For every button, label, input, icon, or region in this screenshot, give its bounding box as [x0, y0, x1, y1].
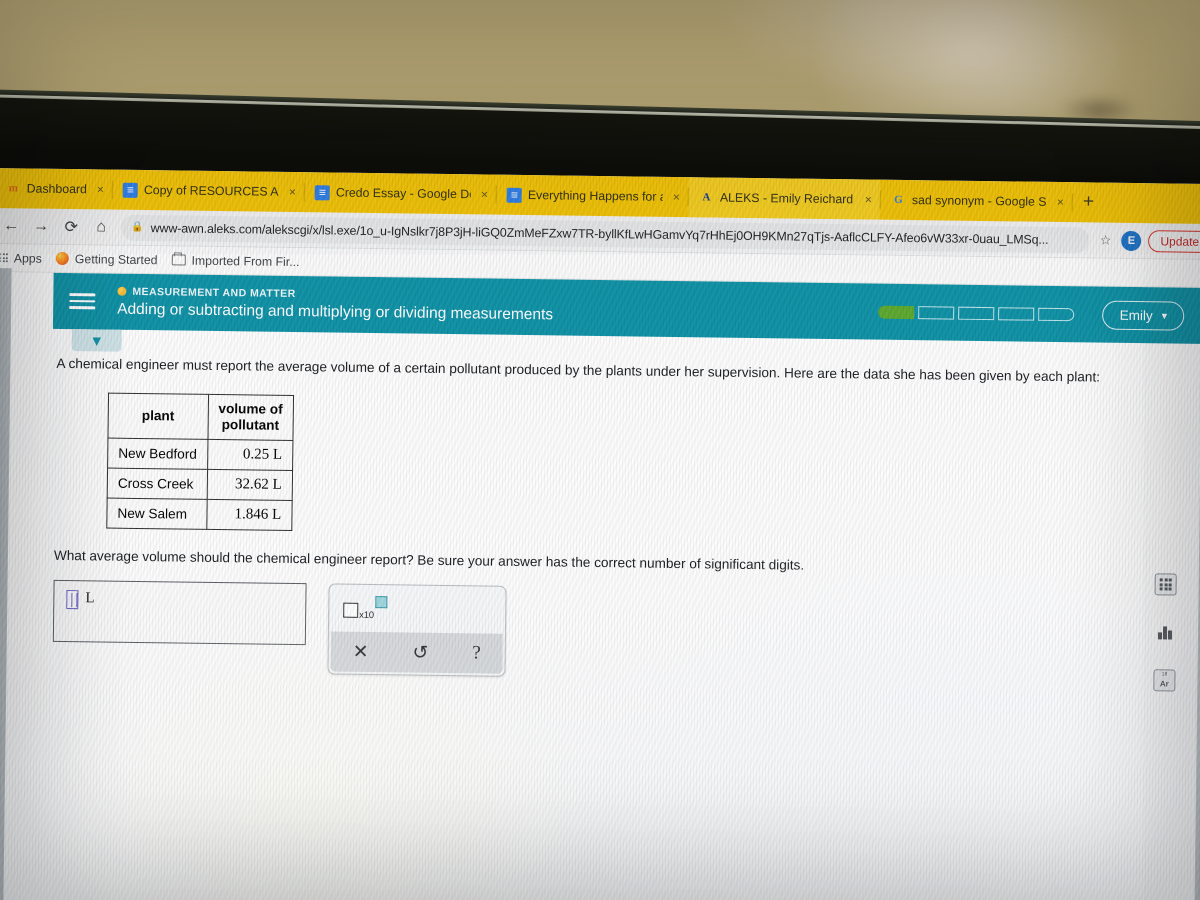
question-followup: What average volume should the chemical …	[53, 547, 805, 573]
photo-scene: m Dashboard × Copy of RESOURCES AND × Cr…	[0, 0, 1200, 900]
scientific-notation-button[interactable]: x10	[343, 596, 388, 623]
profile-avatar[interactable]: E	[1121, 230, 1142, 251]
question-prompt: A chemical engineer must report the aver…	[56, 355, 1101, 385]
table-row: New Salem 1.846 L	[106, 498, 292, 531]
browser-tab-copy-of-resources[interactable]: Copy of RESOURCES AND ×	[113, 170, 305, 212]
column-header-plant: plant	[107, 393, 209, 440]
exponent-square-icon	[374, 596, 388, 609]
tab-close-icon[interactable]: ×	[861, 192, 876, 206]
bookmark-label: Apps	[13, 250, 42, 266]
browser-tab-everything-happens[interactable]: Everything Happens for a r ×	[497, 175, 689, 217]
calculator-icon[interactable]	[1154, 573, 1177, 596]
tab-close-icon[interactable]: ×	[285, 185, 300, 199]
chevron-down-icon: ▾	[92, 332, 101, 350]
user-menu-button[interactable]: Emily ▾	[1102, 300, 1185, 331]
progress-segment	[958, 306, 995, 320]
cell-plant-name: Cross Creek	[107, 468, 208, 500]
clear-button[interactable]: ✕	[341, 640, 381, 664]
bookmark-label: Imported From Fir...	[191, 253, 300, 269]
tab-close-icon[interactable]: ×	[477, 187, 492, 201]
cell-plant-name: New Bedford	[107, 438, 208, 470]
tab-title: sad synonym - Google Sea	[911, 193, 1047, 209]
atomic-number: 18	[1161, 671, 1168, 678]
undo-button[interactable]: ↺	[400, 641, 440, 665]
question-body: A chemical engineer must report the aver…	[6, 328, 1200, 686]
browser-tab-sad-synonym[interactable]: G sad synonym - Google Sea ×	[881, 180, 1073, 222]
bookmark-apps[interactable]: Apps	[0, 250, 42, 266]
update-button[interactable]: Update	[1148, 229, 1200, 253]
browser-tab-aleks[interactable]: A ALEKS - Emily Reichard - L ×	[688, 177, 881, 220]
reload-icon[interactable]: ⟳	[57, 212, 85, 240]
answer-input[interactable]: L	[52, 579, 307, 646]
periodic-table-icon[interactable]: 18 Ar	[1153, 669, 1176, 692]
column-header-volume: volume of pollutant	[207, 394, 294, 441]
answer-area: L x10 ✕ ↺ ?	[52, 579, 1184, 686]
browser-tab-dashboard[interactable]: m Dashboard ×	[0, 168, 112, 210]
bookmark-star-icon[interactable]: ☆	[1097, 232, 1115, 248]
moodle-m-icon: m	[8, 182, 18, 195]
firefox-icon	[55, 251, 69, 266]
cell-plant-name: New Salem	[106, 498, 207, 530]
google-docs-icon	[506, 187, 523, 203]
cell-volume: 1.846 L	[206, 499, 292, 531]
aleks-page: MEASUREMENT AND MATTER Adding or subtrac…	[0, 271, 1200, 900]
tab-title: ALEKS - Emily Reichard - L	[719, 190, 855, 207]
back-icon[interactable]: ←	[0, 212, 25, 240]
chevron-down-icon: ▾	[1161, 309, 1168, 322]
answer-placeholder-icon	[66, 590, 79, 610]
folder-icon	[171, 254, 186, 266]
google-docs-icon	[314, 184, 331, 200]
table-row: Cross Creek 32.62 L	[107, 468, 293, 501]
cell-volume: 0.25 L	[207, 439, 293, 471]
topic-bullet-icon	[117, 286, 127, 296]
progress-indicator	[878, 305, 1075, 321]
tab-title: Dashboard	[26, 181, 87, 197]
header-text-block: MEASUREMENT AND MATTER Adding or subtrac…	[117, 285, 879, 328]
toolbar-actions: ✕ ↺ ?	[330, 631, 503, 674]
google-g-icon: G	[894, 193, 903, 206]
bookmark-imported-from-firefox[interactable]: Imported From Fir...	[171, 253, 300, 269]
bookmark-label: Getting Started	[74, 251, 158, 267]
bookmark-getting-started[interactable]: Getting Started	[55, 251, 158, 267]
progress-segment	[1038, 307, 1075, 321]
progress-segment	[998, 306, 1035, 321]
table-row: New Bedford 0.25 L	[107, 438, 293, 471]
placeholder-square-icon	[343, 602, 359, 618]
user-name-label: Emily	[1119, 307, 1153, 323]
resource-tools-sidebar: 18 Ar	[1153, 573, 1177, 692]
tab-close-icon[interactable]: ×	[93, 182, 108, 196]
tab-title: Credo Essay - Google Doc	[335, 185, 471, 202]
tab-close-icon[interactable]: ×	[669, 190, 684, 204]
lock-icon: 🔒	[131, 221, 144, 234]
answer-unit-label: L	[85, 590, 95, 607]
math-toolbar-panel: x10 ✕ ↺ ?	[327, 583, 507, 677]
element-symbol: Ar	[1159, 679, 1169, 689]
topic-label: MEASUREMENT AND MATTER	[132, 285, 296, 300]
table-header-row: plant volume of pollutant	[107, 393, 294, 441]
google-docs-icon	[122, 182, 139, 198]
tab-close-icon[interactable]: ×	[1053, 195, 1068, 209]
tab-title: Everything Happens for a r	[527, 188, 663, 204]
hamburger-icon[interactable]	[69, 293, 96, 310]
cell-volume: 32.62 L	[206, 469, 293, 501]
collapse-header-button[interactable]: ▾	[71, 329, 122, 352]
pollutant-data-table: plant volume of pollutant New Bedford 0.2…	[106, 392, 294, 532]
browser-tab-credo-essay[interactable]: Credo Essay - Google Doc ×	[305, 172, 497, 214]
progress-segment	[918, 305, 955, 320]
url-text: www-awn.aleks.com/alekscgi/x/lsl.exe/1o_…	[150, 220, 1049, 247]
laptop-screen: m Dashboard × Copy of RESOURCES AND × Cr…	[0, 168, 1200, 900]
aleks-a-icon: A	[702, 191, 711, 204]
forward-icon[interactable]: →	[27, 212, 55, 240]
x10-label: x10	[359, 609, 374, 622]
apps-grid-icon	[0, 253, 8, 263]
data-chart-icon[interactable]	[1154, 621, 1176, 643]
new-tab-button[interactable]: +	[1073, 182, 1105, 222]
tab-title: Copy of RESOURCES AND	[143, 183, 279, 199]
help-button[interactable]: ?	[460, 642, 493, 664]
progress-segment	[878, 305, 915, 319]
home-icon[interactable]: ⌂	[87, 213, 115, 241]
